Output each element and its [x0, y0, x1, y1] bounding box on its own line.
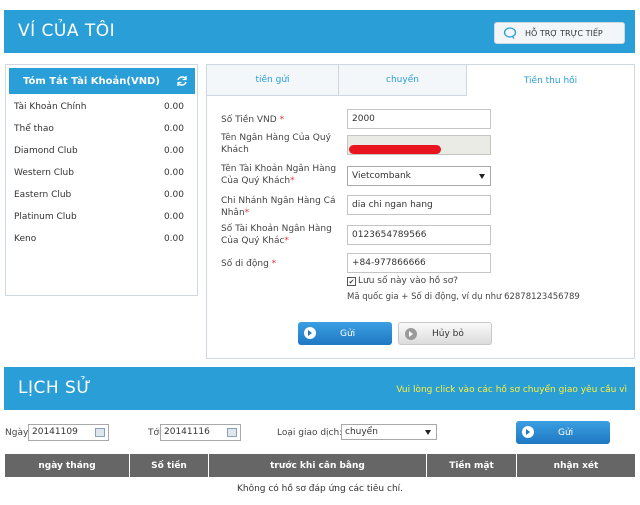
account-name-label: Tên Tài Khoản Ngân Hàng Của Quý Khách* [221, 164, 337, 186]
account-row: Platinum Club 0.00 [14, 212, 184, 222]
redaction-mark [349, 145, 441, 154]
calendar-icon[interactable] [95, 428, 105, 437]
account-row: Thể thao 0.00 [14, 124, 184, 134]
phone-input[interactable] [347, 253, 491, 273]
account-balance: 0.00 [163, 102, 184, 112]
to-date-value: 20141116 [164, 427, 210, 437]
history-notice: Vui lòng click vào các hồ sơ chuyển giao… [396, 385, 627, 395]
branch-label: Chi Nhánh Ngân Hàng Cá Nhân* [221, 196, 336, 218]
account-row: Diamond Club 0.00 [14, 146, 184, 156]
account-balance: 0.00 [163, 168, 184, 178]
account-row: Western Club 0.00 [14, 168, 184, 178]
account-row: Keno 0.00 [14, 234, 184, 244]
live-support-button[interactable]: HỖ TRỢ TRỰC TIẾP [494, 22, 625, 44]
date-label: Ngày [5, 428, 29, 438]
page-title: VÍ CỦA TÔI [18, 21, 116, 41]
transaction-type-selected: chuyển [345, 427, 378, 437]
account-name: Tài Khoản Chính [14, 102, 87, 112]
bank-name-label: Tên Ngân Hàng Của Quý Khách [221, 133, 331, 155]
transaction-type-select[interactable]: chuyển [341, 424, 437, 440]
checkmark-icon: ✔ [347, 276, 356, 286]
chevron-down-icon [425, 430, 431, 435]
account-number-input[interactable] [347, 225, 491, 245]
account-summary-title: Tóm Tắt Tài Khoản(VND) [23, 75, 160, 87]
chevron-down-icon [479, 174, 485, 179]
wallet-header: VÍ CỦA TÔI HỖ TRỢ TRỰC TIẾP [4, 10, 635, 53]
column-header-cash[interactable]: Tiền mặt [427, 454, 517, 477]
account-name: Diamond Club [14, 146, 78, 156]
arrow-right-icon [304, 327, 316, 339]
history-title: LỊCH SỬ [18, 378, 92, 398]
account-summary-panel: Tóm Tắt Tài Khoản(VND) Tài Khoản Chính 0… [5, 64, 198, 296]
tab-transfer[interactable]: chuyển [339, 65, 467, 96]
cancel-button[interactable]: Hủy bỏ [398, 322, 492, 345]
phone-label: Số di động * [221, 259, 277, 269]
empty-table-message: Không có hồ sơ đáp ứng các tiêu chí. [236, 484, 404, 494]
account-name-select[interactable]: Vietcombank [347, 166, 491, 186]
account-balance: 0.00 [163, 212, 184, 222]
history-submit-button[interactable]: Gửi [516, 421, 610, 444]
account-name: Platinum Club [14, 212, 77, 222]
submit-label: Gửi [340, 328, 356, 339]
withdrawal-form-panel: tiền gửi chuyển Tiền thu hồi Số Tiền VND… [206, 64, 635, 359]
column-header-date[interactable]: ngày tháng [5, 454, 130, 477]
refresh-icon[interactable] [176, 75, 188, 87]
account-summary-header: Tóm Tắt Tài Khoản(VND) [9, 68, 195, 94]
amount-input[interactable] [347, 109, 491, 129]
account-name: Keno [14, 234, 37, 244]
account-row: Tài Khoản Chính 0.00 [14, 102, 184, 112]
to-date-input[interactable]: 20141116 [160, 424, 241, 441]
column-header-balance-before[interactable]: trước khi cân bằng [209, 454, 427, 477]
save-to-profile-checkbox[interactable]: ✔ Lưu số này vào hồ sơ? [347, 276, 458, 286]
account-name: Eastern Club [14, 190, 72, 200]
account-row: Eastern Club 0.00 [14, 190, 184, 200]
from-date-value: 20141109 [32, 427, 78, 437]
column-header-remarks[interactable]: nhận xét [517, 454, 635, 477]
history-table-header: ngày tháng Số tiền trước khi cân bằng Ti… [5, 454, 635, 477]
arrow-right-icon [522, 426, 534, 438]
account-balance: 0.00 [163, 146, 184, 156]
cancel-label: Hủy bỏ [432, 328, 464, 339]
account-name-selected: Vietcombank [352, 171, 411, 181]
column-header-amount[interactable]: Số tiền [130, 454, 209, 477]
live-support-label: HỖ TRỢ TRỰC TIẾP [525, 28, 603, 38]
account-balance: 0.00 [163, 190, 184, 200]
save-to-profile-label: Lưu số này vào hồ sơ? [358, 276, 458, 286]
account-name: Western Club [14, 168, 74, 178]
branch-input[interactable] [347, 195, 491, 215]
history-header: LỊCH SỬ Vui lòng click vào các hồ sơ chu… [4, 367, 635, 410]
calendar-icon[interactable] [227, 428, 237, 437]
account-name: Thể thao [14, 124, 54, 134]
from-date-input[interactable]: 20141109 [28, 424, 109, 441]
phone-hint: Mã quốc gia + Số di động, ví dụ như 6287… [347, 292, 580, 302]
account-balance: 0.00 [163, 124, 184, 134]
account-balance: 0.00 [163, 234, 184, 244]
submit-button[interactable]: Gửi [298, 322, 392, 345]
amount-label: Số Tiền VND * [221, 115, 285, 125]
tab-withdrawal[interactable]: Tiền thu hồi [467, 65, 634, 96]
arrow-right-icon [405, 328, 417, 340]
tab-deposit[interactable]: tiền gửi [207, 65, 339, 96]
account-number-label: Số Tài Khoản Ngân Hàng Của Quý Khác* [221, 224, 332, 246]
tab-bar: tiền gửi chuyển Tiền thu hồi [207, 65, 634, 96]
history-submit-label: Gửi [558, 427, 574, 438]
transaction-type-label: Loại giao dịch: [277, 428, 343, 438]
chat-icon [503, 27, 517, 39]
